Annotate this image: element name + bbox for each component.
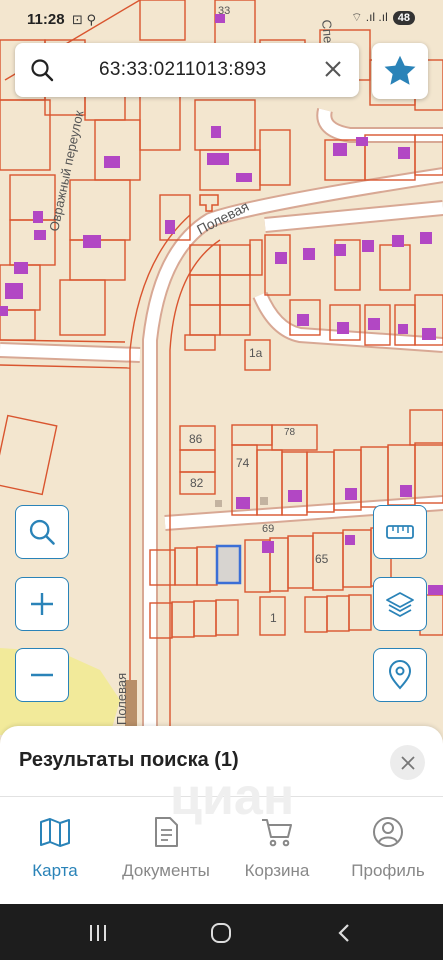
map-search-button[interactable]	[15, 505, 69, 559]
location-pin-icon	[388, 660, 412, 690]
star-icon	[384, 55, 416, 85]
house-number: 1а	[249, 346, 263, 360]
tab-documents[interactable]: Документы	[111, 815, 221, 881]
ruler-icon	[386, 525, 414, 539]
tab-cart[interactable]: Корзина	[222, 815, 332, 881]
favorite-button[interactable]	[372, 43, 428, 99]
street-label-ovrazhny: Овражный переулок	[46, 109, 86, 233]
house-number: 82	[190, 476, 204, 490]
map-icon	[40, 818, 70, 847]
tab-profile[interactable]: Профиль	[333, 815, 443, 881]
house-number: 78	[284, 427, 296, 438]
close-icon	[400, 755, 415, 770]
layers-icon	[386, 592, 414, 618]
status-time: 11:28	[27, 11, 65, 28]
cart-icon	[262, 819, 292, 847]
back-icon[interactable]	[333, 922, 357, 944]
search-icon[interactable]	[29, 57, 55, 83]
house-number: 69	[262, 523, 274, 535]
search-bar[interactable]: 63:33:0211013:893	[15, 43, 359, 97]
document-icon	[155, 817, 178, 847]
house-number: 74	[236, 456, 250, 470]
tab-map[interactable]: Карта	[0, 815, 110, 881]
zoom-out-button[interactable]	[15, 648, 69, 702]
tab-label: Карта	[32, 861, 78, 880]
profile-icon	[373, 817, 403, 847]
layers-button[interactable]	[373, 577, 427, 631]
minus-icon	[31, 673, 53, 677]
tab-label: Корзина	[244, 861, 310, 880]
results-close-button[interactable]	[390, 745, 425, 780]
location-button[interactable]	[373, 648, 427, 702]
street-label-polevaya-bottom: Полевая	[114, 673, 129, 725]
house-number: 86	[189, 432, 203, 446]
status-icons-left: ⊡ ⚲	[72, 12, 97, 27]
system-navigation-bar	[0, 904, 443, 960]
status-bar: 11:28 ⊡ ⚲ ⌔ .ıl .ıl 48	[0, 0, 443, 40]
bottom-tab-bar: циан Карта Документы Корзина Профиль	[0, 768, 443, 904]
selected-parcel	[215, 544, 242, 585]
tab-label: Профиль	[351, 861, 425, 880]
ruler-button[interactable]	[373, 505, 427, 559]
home-icon[interactable]	[209, 922, 233, 944]
house-number: 65	[315, 552, 329, 566]
search-input[interactable]: 63:33:0211013:893	[99, 59, 266, 81]
tab-label: Документы	[122, 861, 210, 880]
status-icons-right: ⌔ .ıl .ıl 48	[351, 10, 415, 25]
battery-icon: 48	[392, 10, 415, 25]
close-icon[interactable]	[323, 59, 343, 79]
plus-icon	[31, 593, 53, 615]
house-number: 1	[270, 611, 277, 625]
recents-icon[interactable]	[86, 922, 110, 944]
search-icon	[29, 519, 55, 545]
zoom-in-button[interactable]	[15, 577, 69, 631]
signal-icons: ⌔ .ıl .ıl	[351, 10, 388, 24]
